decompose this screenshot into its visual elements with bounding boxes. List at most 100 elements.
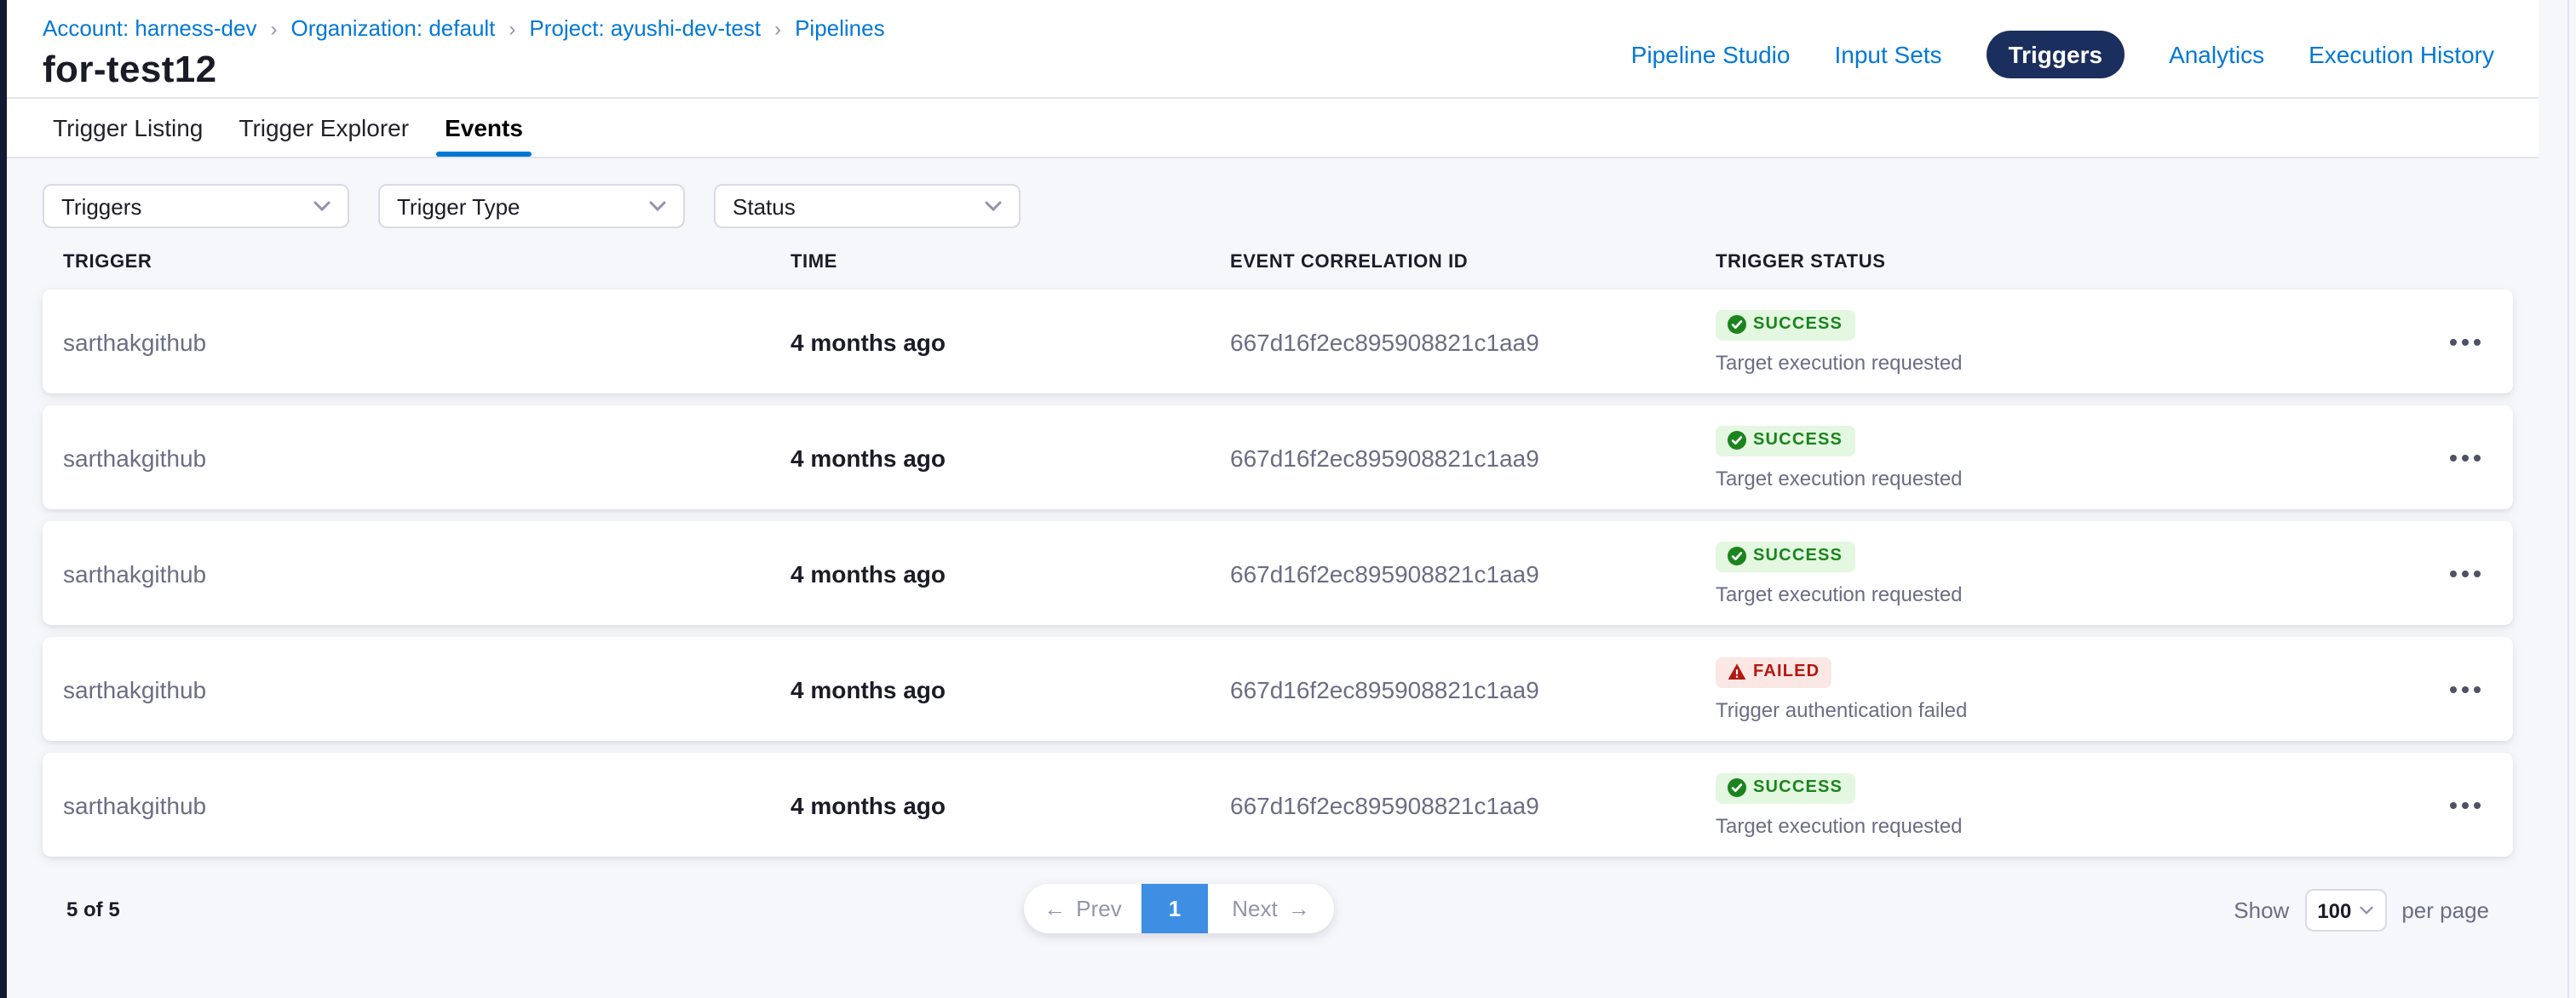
nav-pipeline-studio-link[interactable]: Pipeline Studio (1631, 41, 1791, 68)
chevron-down-icon (313, 201, 331, 211)
more-options-button[interactable] (2418, 290, 2513, 393)
page-header: Account: harness-dev › Organization: def… (7, 0, 2539, 97)
pipeline-top-nav: Pipeline Studio Input Sets Triggers Anal… (1631, 31, 2494, 78)
event-correlation-id: 667d16f2ec895908821c1aa9 (1230, 675, 1716, 703)
triggers-filter-dropdown[interactable]: Triggers (43, 184, 349, 228)
breadcrumb-pipelines-link[interactable]: Pipelines (795, 15, 885, 41)
trigger-status-cell: SUCCESS Target execution requested (1716, 309, 2418, 374)
trigger-status-cell: SUCCESS Target execution requested (1716, 772, 2418, 837)
status-badge-label: SUCCESS (1753, 315, 1843, 334)
page-size-dropdown[interactable]: 100 (2304, 889, 2386, 932)
column-header-time: TIME (791, 252, 1230, 272)
breadcrumb-account-link[interactable]: Account: harness-dev (43, 15, 256, 41)
ellipsis-icon (2474, 685, 2481, 692)
column-header-event-correlation-id: EVENT CORRELATION ID (1230, 252, 1716, 272)
prev-page-button[interactable]: ← Prev (1024, 884, 1141, 933)
page-size-value: 100 (2317, 898, 2351, 922)
status-filter-label: Status (733, 193, 796, 219)
ellipsis-icon (2450, 801, 2457, 808)
status-detail-text: Target execution requested (1716, 350, 1963, 374)
breadcrumb-separator-icon: › (270, 16, 277, 40)
table-row[interactable]: sarthakgithub 4 months ago 667d16f2ec895… (43, 405, 2513, 509)
events-content: Triggers Trigger Type Status (7, 158, 2576, 962)
ellipsis-icon (2474, 570, 2481, 576)
chevron-down-icon (2360, 906, 2373, 915)
ellipsis-icon (2474, 338, 2481, 345)
trigger-type-filter-dropdown[interactable]: Trigger Type (378, 184, 685, 228)
breadcrumb-organization-link[interactable]: Organization: default (290, 15, 495, 41)
event-correlation-id: 667d16f2ec895908821c1aa9 (1230, 444, 1716, 471)
page-1-button[interactable]: 1 (1141, 884, 1208, 933)
tab-trigger-explorer[interactable]: Trigger Explorer (239, 99, 409, 157)
check-circle-icon (1728, 547, 1746, 565)
trigger-status-cell: FAILED Trigger authentication failed (1716, 657, 2418, 721)
nav-analytics-link[interactable]: Analytics (2169, 41, 2264, 68)
status-badge: FAILED (1716, 657, 1831, 687)
ellipsis-icon (2450, 685, 2457, 692)
nav-input-sets-link[interactable]: Input Sets (1834, 41, 1941, 68)
ellipsis-icon (2462, 338, 2469, 345)
event-time: 4 months ago (791, 675, 1230, 703)
event-time: 4 months ago (791, 328, 1230, 355)
status-detail-text: Target execution requested (1716, 466, 1963, 490)
triggers-events-page: Account: harness-dev › Organization: def… (0, 0, 2576, 998)
column-header-trigger: TRIGGER (63, 252, 791, 272)
status-detail-text: Trigger authentication failed (1716, 697, 1967, 721)
chevron-down-icon (985, 201, 1002, 211)
breadcrumb-project-link[interactable]: Project: ayushi-dev-test (529, 15, 761, 41)
nav-execution-history-link[interactable]: Execution History (2309, 41, 2494, 68)
nav-triggers-link-active[interactable]: Triggers (1987, 31, 2125, 78)
ellipsis-icon (2450, 454, 2457, 461)
event-time: 4 months ago (791, 444, 1230, 471)
column-header-trigger-status: TRIGGER STATUS (1716, 252, 2418, 272)
show-label: Show (2234, 898, 2289, 923)
status-detail-text: Target execution requested (1716, 813, 1963, 837)
status-detail-text: Target execution requested (1716, 582, 1963, 605)
check-circle-icon (1728, 778, 1746, 797)
status-badge: SUCCESS (1716, 772, 1854, 803)
per-page-control: Show 100 per page (2234, 889, 2489, 932)
trigger-name: sarthakgithub (63, 328, 791, 355)
table-row[interactable]: sarthakgithub 4 months ago 667d16f2ec895… (43, 290, 2513, 393)
trigger-status-cell: SUCCESS Target execution requested (1716, 425, 2418, 490)
table-row[interactable]: sarthakgithub 4 months ago 667d16f2ec895… (43, 637, 2513, 741)
tab-events[interactable]: Events (445, 99, 523, 157)
next-page-button[interactable]: Next → (1208, 884, 1334, 933)
triggers-filter-label: Triggers (61, 193, 141, 219)
arrow-right-icon: → (1288, 896, 1310, 921)
chevron-down-icon (649, 201, 666, 211)
ellipsis-icon (2474, 454, 2481, 461)
trigger-name: sarthakgithub (63, 559, 791, 587)
status-badge-label: SUCCESS (1753, 547, 1843, 565)
ellipsis-icon (2450, 338, 2457, 345)
ellipsis-icon (2462, 454, 2469, 461)
more-options-button[interactable] (2418, 637, 2513, 741)
trigger-tabs: Trigger Listing Trigger Explorer Events (7, 97, 2539, 158)
next-label: Next (1232, 896, 1277, 921)
more-options-button[interactable] (2418, 753, 2513, 857)
event-correlation-id: 667d16f2ec895908821c1aa9 (1230, 791, 1716, 818)
breadcrumb-separator-icon: › (774, 16, 781, 40)
arrow-left-icon: ← (1044, 896, 1066, 921)
per-page-label: per page (2401, 898, 2489, 923)
filter-bar: Triggers Trigger Type Status (43, 184, 2576, 228)
table-row[interactable]: sarthakgithub 4 months ago 667d16f2ec895… (43, 521, 2513, 625)
status-filter-dropdown[interactable]: Status (714, 184, 1021, 228)
breadcrumb-separator-icon: › (509, 16, 515, 40)
event-correlation-id: 667d16f2ec895908821c1aa9 (1230, 328, 1716, 355)
more-options-button[interactable] (2418, 405, 2513, 509)
pagination-bar: 5 of 5 ← Prev 1 Next → Show 100 (7, 884, 2576, 962)
event-rows: sarthakgithub 4 months ago 667d16f2ec895… (43, 290, 2576, 857)
trigger-name: sarthakgithub (63, 675, 791, 703)
ellipsis-icon (2474, 801, 2481, 808)
trigger-name: sarthakgithub (63, 791, 791, 818)
status-badge: SUCCESS (1716, 309, 1854, 340)
tab-trigger-listing[interactable]: Trigger Listing (53, 99, 203, 157)
status-badge: SUCCESS (1716, 425, 1854, 456)
event-time: 4 months ago (791, 791, 1230, 818)
ellipsis-icon (2462, 570, 2469, 576)
status-badge: SUCCESS (1716, 541, 1854, 571)
more-options-button[interactable] (2418, 521, 2513, 625)
table-row[interactable]: sarthakgithub 4 months ago 667d16f2ec895… (43, 753, 2513, 857)
check-circle-icon (1728, 431, 1746, 450)
